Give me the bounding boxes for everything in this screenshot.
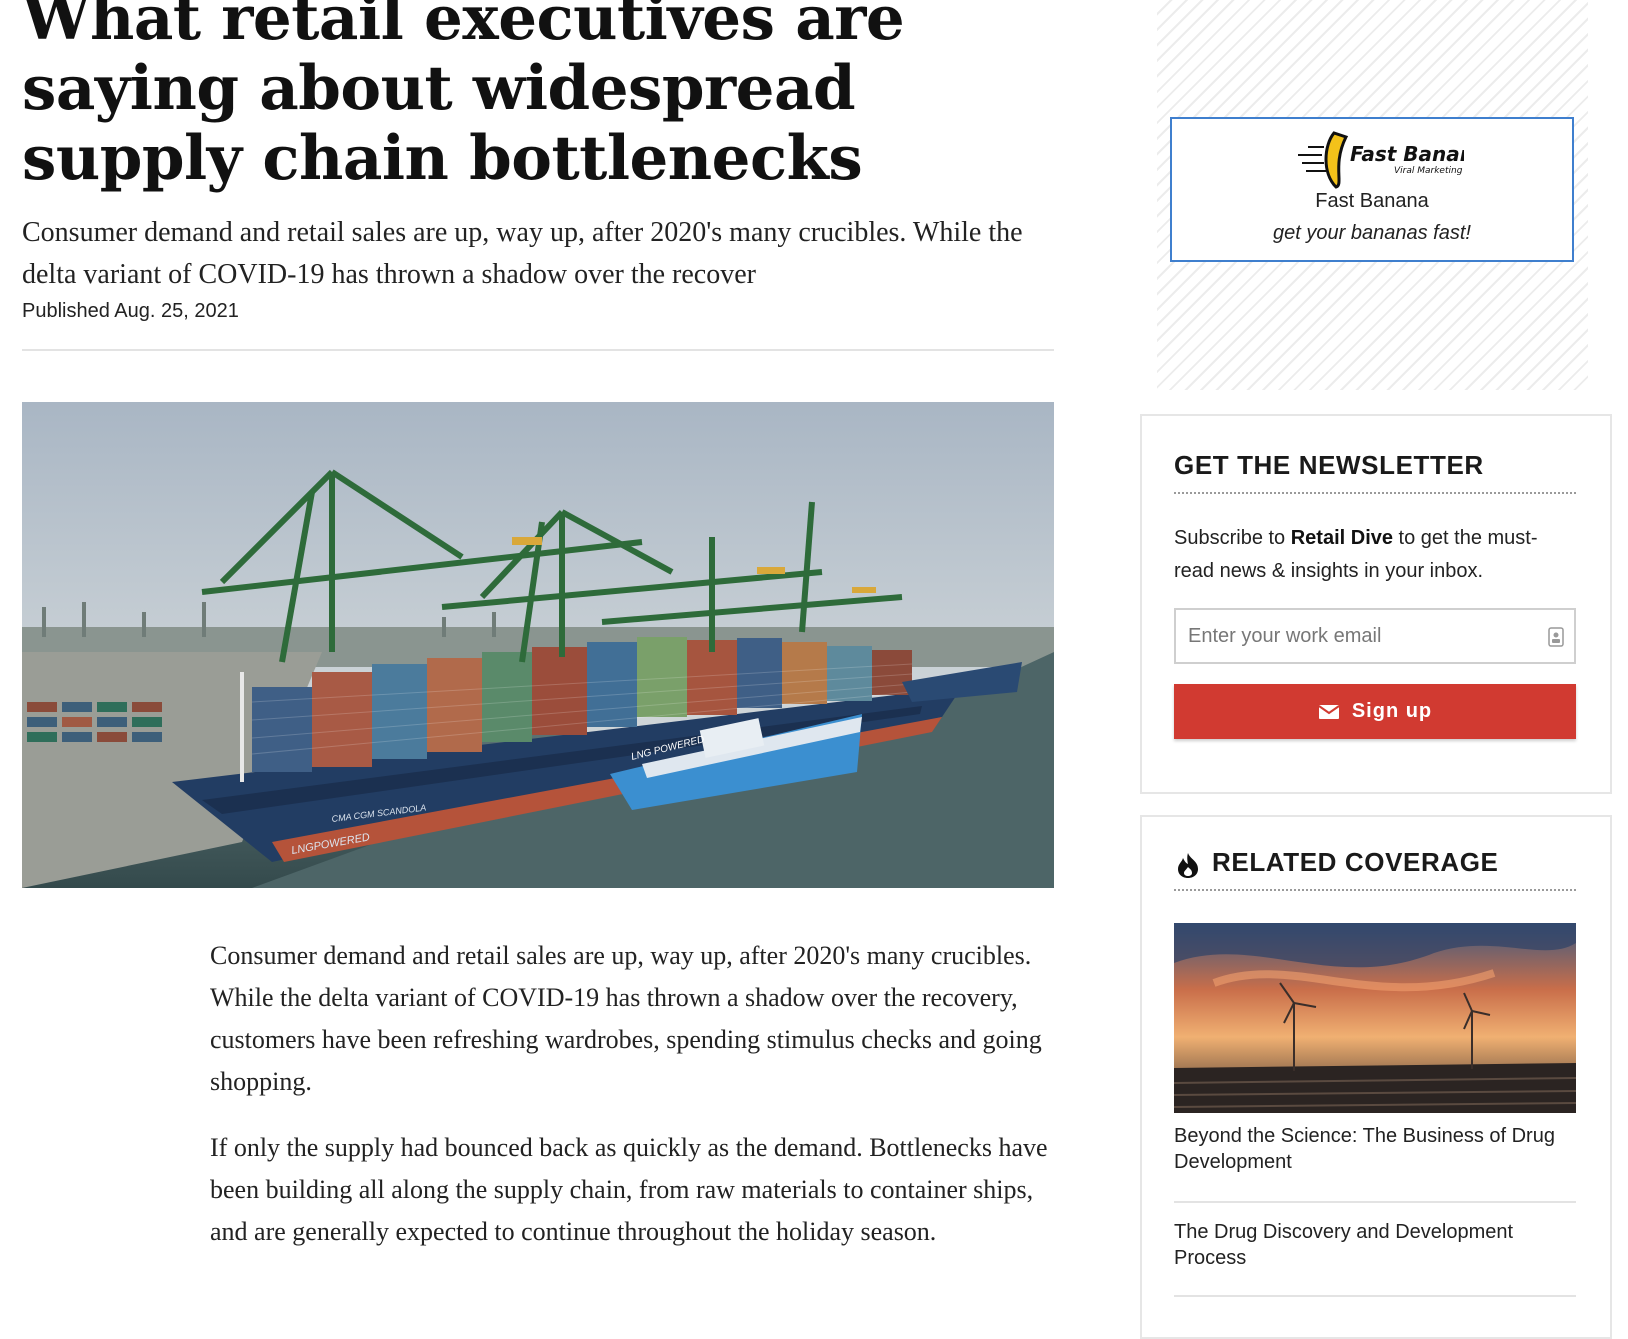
brand-name: Retail Dive: [1290, 527, 1393, 549]
divider: [22, 349, 1054, 351]
body-paragraph: Consumer demand and retail sales are up,…: [210, 941, 1042, 1096]
logo-subtext: Viral Marketing: [1394, 166, 1463, 176]
dotted-divider: [1174, 492, 1576, 494]
article-headline: What retail executives are saying about …: [22, 0, 905, 194]
article-body: Consumer demand and retail sales are up,…: [210, 935, 1050, 1277]
related-link[interactable]: Beyond the Science: The Business of Drug…: [1174, 1123, 1576, 1175]
desc-prefix: Subscribe to: [1174, 527, 1291, 549]
article-dek: Consumer demand and retail sales are up,…: [22, 217, 1023, 290]
signup-button[interactable]: Sign up: [1174, 684, 1576, 739]
signup-label: Sign up: [1351, 700, 1433, 722]
related-link[interactable]: The Drug Discovery and Development Proce…: [1174, 1219, 1576, 1271]
newsletter-title: GET THE NEWSLETTER: [1174, 450, 1484, 480]
fast-banana-logo[interactable]: Fast Banana Viral Marketing: [1294, 125, 1464, 191]
email-input[interactable]: [1174, 608, 1576, 664]
related-coverage-panel: RELATED COVERAGE Beyond the Science: The…: [1140, 815, 1612, 1339]
divider: [1174, 1201, 1576, 1203]
contact-card-icon: [1548, 627, 1564, 647]
divider: [1174, 1295, 1576, 1297]
container-port-illustration: CMA CGM SCANDOLA LNGPOWERED LNG POWERED: [22, 402, 1054, 888]
hero-image: CMA CGM SCANDOLA LNGPOWERED LNG POWERED: [22, 402, 1054, 888]
related-thumbnail[interactable]: [1174, 923, 1576, 1113]
logo-text: Fast Banana: [1350, 142, 1464, 166]
body-paragraph: If only the supply had bounced back as q…: [210, 1133, 1048, 1246]
wind-turbine-sunset-image: [1174, 923, 1576, 1113]
ad-tagline: get your bananas fast!: [1273, 222, 1471, 244]
mail-icon: [1318, 704, 1340, 719]
flame-icon: [1178, 853, 1198, 878]
newsletter-panel: GET THE NEWSLETTER Subscribe to Retail D…: [1140, 414, 1612, 794]
newsletter-description: Subscribe to Retail Dive to get the must…: [1174, 522, 1576, 588]
ad-name: Fast Banana: [1315, 190, 1429, 212]
publish-date: Published Aug. 25, 2021: [22, 300, 239, 322]
related-title: RELATED COVERAGE: [1212, 847, 1499, 877]
ad-card[interactable]: Fast Banana Viral Marketing Fast Banana …: [1170, 117, 1574, 262]
dotted-divider: [1174, 889, 1576, 891]
